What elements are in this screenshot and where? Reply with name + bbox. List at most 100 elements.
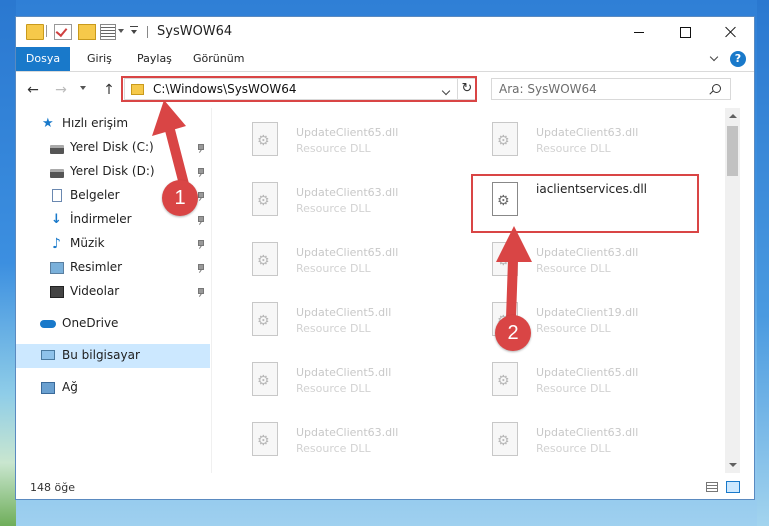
file-item[interactable]: UpdateClient5.dll Resource DLL <box>224 294 454 354</box>
step-1-badge: 1 <box>162 180 198 216</box>
drive-icon <box>50 145 64 154</box>
file-name: UpdateClient63.dll <box>536 246 639 259</box>
scroll-down-icon[interactable] <box>729 463 737 467</box>
up-arrow-icon[interactable]: ↑ <box>102 83 116 97</box>
dll-file-icon <box>492 422 518 456</box>
file-name: UpdateClient63.dll <box>296 426 399 439</box>
file-item[interactable]: UpdateClient5.dll Resource DLL <box>224 354 454 414</box>
file-item[interactable]: UpdateClient63.dll Resource DLL <box>224 414 454 474</box>
vertical-scrollbar[interactable] <box>725 108 740 473</box>
search-input[interactable]: Ara: SysWOW64 <box>499 82 597 96</box>
dll-file-icon <box>252 362 278 396</box>
forward-arrow-icon[interactable]: → <box>54 83 68 97</box>
sidebar-item-label: Yerel Disk (D:) <box>70 164 155 178</box>
help-icon[interactable]: ? <box>730 51 746 67</box>
file-name: UpdateClient5.dll <box>296 366 392 379</box>
properties-check-icon[interactable] <box>54 24 72 40</box>
tab-paylas[interactable]: Paylaş <box>137 47 172 71</box>
pin-icon[interactable] <box>197 240 204 247</box>
desktop-background-right <box>757 0 769 526</box>
file-type: Resource DLL <box>296 382 371 395</box>
file-type: Resource DLL <box>296 322 371 335</box>
file-name: UpdateClient65.dll <box>536 366 639 379</box>
sidebar-item-onedrive[interactable]: OneDrive <box>16 312 210 336</box>
sidebar-item-label: OneDrive <box>62 316 119 330</box>
file-type: Resource DLL <box>296 442 371 455</box>
customize-toolbar-icon[interactable] <box>130 26 138 36</box>
file-item[interactable]: UpdateClient65.dll Resource DLL <box>224 234 454 294</box>
sidebar-item-label: Hızlı erişim <box>62 116 129 130</box>
dll-file-icon <box>252 122 278 156</box>
dll-file-icon <box>252 242 278 276</box>
folder-icon <box>26 24 44 40</box>
network-icon <box>41 382 55 394</box>
new-folder-icon[interactable] <box>78 24 96 40</box>
file-type: Resource DLL <box>296 262 371 275</box>
expand-ribbon-icon[interactable] <box>711 54 719 62</box>
sidebar-item-label: Ağ <box>62 380 78 394</box>
this-pc-icon <box>41 350 55 360</box>
pin-icon[interactable] <box>197 288 204 295</box>
music-icon: ♪ <box>52 236 61 252</box>
dll-file-icon <box>492 122 518 156</box>
file-type: Resource DLL <box>296 142 371 155</box>
ribbon-tabs: Dosya Giriş Paylaş Görünüm ? <box>16 47 754 72</box>
close-button[interactable] <box>708 17 754 47</box>
star-icon: ★ <box>42 116 54 131</box>
close-icon <box>725 26 737 38</box>
large-icons-view-icon[interactable] <box>726 481 740 493</box>
dll-file-icon <box>492 362 518 396</box>
sidebar-item-this-pc[interactable]: Bu bilgisayar <box>16 344 210 368</box>
sidebar-item-music[interactable]: ♪ Müzik <box>16 232 210 256</box>
drive-icon <box>50 169 64 178</box>
pin-icon[interactable] <box>197 264 204 271</box>
details-view-icon[interactable] <box>706 482 718 492</box>
file-type: Resource DLL <box>536 262 611 275</box>
file-item[interactable]: UpdateClient65.dll Resource DLL <box>224 114 454 174</box>
sidebar-item-videos[interactable]: Videolar <box>16 280 210 304</box>
sidebar-item-label: Yerel Disk (C:) <box>70 140 154 154</box>
search-box[interactable]: Ara: SysWOW64 <box>491 78 731 100</box>
recent-locations-icon[interactable] <box>80 86 86 90</box>
dll-file-icon <box>252 182 278 216</box>
file-item[interactable]: UpdateClient63.dll Resource DLL <box>464 414 694 474</box>
pictures-icon <box>50 262 64 274</box>
minimize-button[interactable] <box>616 17 662 47</box>
documents-icon <box>52 189 62 202</box>
download-icon: ↓ <box>51 212 62 227</box>
tab-dosya[interactable]: Dosya <box>16 47 70 71</box>
file-list: UpdateClient65.dll Resource DLL UpdateCl… <box>212 108 740 473</box>
dll-file-icon <box>252 302 278 336</box>
sidebar-item-label: Müzik <box>70 236 105 250</box>
sidebar-item-network[interactable]: Ağ <box>16 376 210 400</box>
scroll-up-icon[interactable] <box>729 114 737 118</box>
chevron-down-icon[interactable] <box>118 29 124 33</box>
file-name: UpdateClient63.dll <box>536 426 639 439</box>
search-icon[interactable] <box>712 84 721 93</box>
pin-icon[interactable] <box>197 216 204 223</box>
file-type: Resource DLL <box>536 382 611 395</box>
back-arrow-icon[interactable]: ← <box>26 83 40 97</box>
file-name: UpdateClient65.dll <box>296 126 399 139</box>
maximize-button[interactable] <box>662 17 708 47</box>
file-name: UpdateClient63.dll <box>536 126 639 139</box>
dll-file-icon <box>252 422 278 456</box>
tab-gorunum[interactable]: Görünüm <box>193 47 244 71</box>
properties-icon[interactable] <box>100 24 116 40</box>
sidebar-item-label: İndirmeler <box>70 212 132 226</box>
scrollbar-thumb[interactable] <box>727 126 738 176</box>
desktop-background <box>0 0 16 526</box>
sidebar-item-label: Belgeler <box>70 188 120 202</box>
file-item[interactable]: UpdateClient65.dll Resource DLL <box>464 354 694 414</box>
status-bar: 148 öğe <box>16 475 754 499</box>
step-2-badge: 2 <box>495 315 531 351</box>
item-count: 148 öğe <box>30 481 75 494</box>
file-name: UpdateClient5.dll <box>296 306 392 319</box>
tab-giris[interactable]: Giriş <box>87 47 112 71</box>
file-item[interactable]: UpdateClient63.dll Resource DLL <box>224 174 454 234</box>
sidebar-item-label: Bu bilgisayar <box>62 348 140 362</box>
file-item[interactable]: UpdateClient63.dll Resource DLL <box>464 114 694 174</box>
title-divider <box>147 26 148 38</box>
sidebar-item-pictures[interactable]: Resimler <box>16 256 210 280</box>
toolbar-divider <box>46 25 47 37</box>
